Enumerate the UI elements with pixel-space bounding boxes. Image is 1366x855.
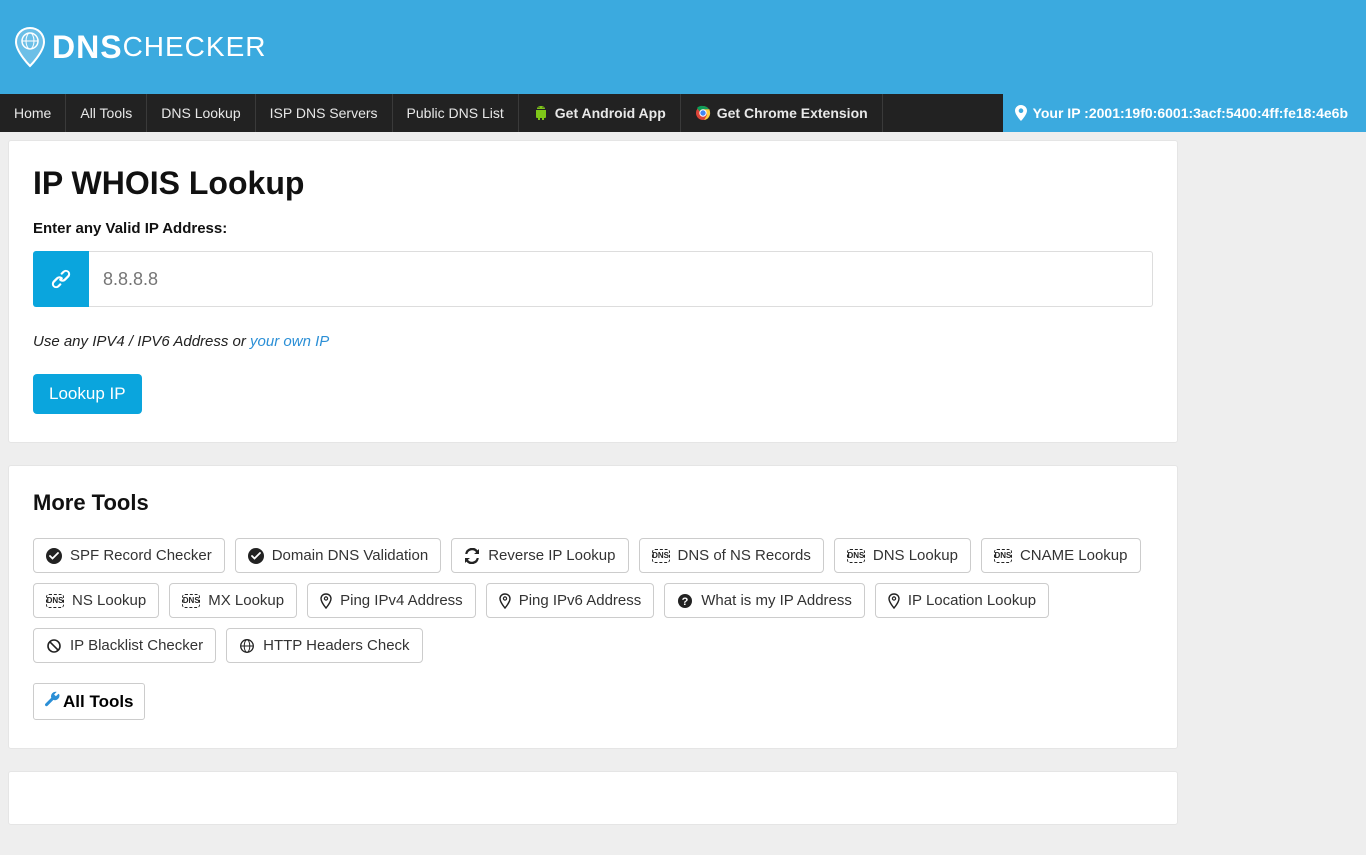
lookup-card: IP WHOIS Lookup Enter any Valid IP Addre…	[8, 140, 1178, 443]
dns-icon: DNS	[46, 594, 64, 608]
your-ip-label: Your IP :	[1033, 105, 1089, 121]
your-own-ip-link[interactable]: your own IP	[250, 333, 329, 350]
chrome-icon	[695, 105, 711, 121]
tool-label: DNS of NS Records	[678, 547, 811, 564]
main-content: IP WHOIS Lookup Enter any Valid IP Addre…	[0, 132, 1186, 855]
pin-icon	[499, 593, 511, 609]
nav-label: Public DNS List	[407, 105, 504, 121]
globe-icon	[239, 638, 255, 654]
nav-dns-lookup[interactable]: DNS Lookup	[147, 94, 255, 132]
check-icon	[46, 548, 62, 564]
tool-label: NS Lookup	[72, 592, 146, 609]
ip-input[interactable]	[89, 251, 1153, 307]
dns-icon: DNS	[652, 549, 670, 563]
nav-label: DNS Lookup	[161, 105, 240, 121]
nav-android-app[interactable]: Get Android App	[519, 94, 681, 132]
dns-icon: DNS	[994, 549, 1012, 563]
tool-label: Ping IPv6 Address	[519, 592, 642, 609]
tool-pill[interactable]: Ping IPv4 Address	[307, 583, 476, 618]
nav-all-tools[interactable]: All Tools	[66, 94, 147, 132]
location-pin-icon	[1015, 105, 1027, 121]
nav-your-ip[interactable]: Your IP : 2001:19f0:6001:3acf:5400:4ff:f…	[1003, 94, 1366, 132]
all-tools-label: All Tools	[63, 692, 134, 712]
tool-pill[interactable]: Domain DNS Validation	[235, 538, 441, 573]
tool-label: DNS Lookup	[873, 547, 958, 564]
brand-text-checker: CHECKER	[123, 31, 267, 63]
page-title: IP WHOIS Lookup	[33, 165, 1153, 202]
tool-label: Ping IPv4 Address	[340, 592, 463, 609]
dns-icon: DNS	[847, 549, 865, 563]
tool-pill[interactable]: IP Blacklist Checker	[33, 628, 216, 663]
tool-label: What is my IP Address	[701, 592, 852, 609]
pin-icon	[320, 593, 332, 609]
refresh-icon	[464, 548, 480, 564]
check-icon	[248, 548, 264, 564]
hint-text: Use any IPV4 / IPV6 Address or your own …	[33, 333, 1153, 350]
tool-pill[interactable]: DNS CNAME Lookup	[981, 538, 1141, 573]
tool-label: IP Blacklist Checker	[70, 637, 203, 654]
nav-label: Get Chrome Extension	[717, 105, 868, 121]
empty-card	[8, 771, 1178, 825]
tool-label: Reverse IP Lookup	[488, 547, 615, 564]
nav-spacer	[883, 94, 1003, 132]
ip-field-label: Enter any Valid IP Address:	[33, 220, 1153, 237]
main-nav: Home All Tools DNS Lookup ISP DNS Server…	[0, 94, 1366, 132]
tool-label: HTTP Headers Check	[263, 637, 409, 654]
nav-isp-dns[interactable]: ISP DNS Servers	[256, 94, 393, 132]
tool-label: Domain DNS Validation	[272, 547, 428, 564]
wrench-icon	[44, 691, 60, 712]
tool-pill[interactable]: Ping IPv6 Address	[486, 583, 655, 618]
android-icon	[533, 105, 549, 121]
tool-label: SPF Record Checker	[70, 547, 212, 564]
lookup-ip-button[interactable]: Lookup IP	[33, 374, 142, 414]
svg-text:?: ?	[682, 596, 689, 608]
tool-pill[interactable]: Reverse IP Lookup	[451, 538, 628, 573]
tool-label: MX Lookup	[208, 592, 284, 609]
hint-prefix: Use any IPV4 / IPV6 Address or	[33, 333, 250, 350]
tool-pill[interactable]: HTTP Headers Check	[226, 628, 422, 663]
tool-pill[interactable]: SPF Record Checker	[33, 538, 225, 573]
link-icon	[33, 251, 89, 307]
tool-pill[interactable]: IP Location Lookup	[875, 583, 1049, 618]
tool-pill[interactable]: DNS DNS of NS Records	[639, 538, 824, 573]
tools-grid: SPF Record Checker Domain DNS Validation R…	[33, 538, 1153, 663]
more-tools-title: More Tools	[33, 490, 1153, 516]
nav-public-dns[interactable]: Public DNS List	[393, 94, 519, 132]
dns-icon: DNS	[182, 594, 200, 608]
tool-label: CNAME Lookup	[1020, 547, 1128, 564]
tool-pill[interactable]: DNS DNS Lookup	[834, 538, 971, 573]
brand-text-dns: DNS	[52, 29, 123, 66]
question-icon: ?	[677, 593, 693, 609]
nav-label: All Tools	[80, 105, 132, 121]
more-tools-card: More Tools SPF Record Checker Domain DNS …	[8, 465, 1178, 749]
tool-pill[interactable]: DNS MX Lookup	[169, 583, 297, 618]
nav-label: Get Android App	[555, 105, 666, 121]
nav-home[interactable]: Home	[0, 94, 66, 132]
globe-pin-icon	[12, 26, 48, 68]
nav-label: ISP DNS Servers	[270, 105, 378, 121]
nav-chrome-ext[interactable]: Get Chrome Extension	[681, 94, 883, 132]
brand-logo[interactable]: DNS CHECKER	[12, 26, 266, 68]
tool-pill[interactable]: DNS NS Lookup	[33, 583, 159, 618]
ip-input-row	[33, 251, 1153, 307]
your-ip-value: 2001:19f0:6001:3acf:5400:4ff:fe18:4e6b	[1089, 105, 1348, 121]
nav-label: Home	[14, 105, 51, 121]
block-icon	[46, 638, 62, 654]
pin-icon	[888, 593, 900, 609]
tool-pill[interactable]: ? What is my IP Address	[664, 583, 865, 618]
tool-label: IP Location Lookup	[908, 592, 1036, 609]
all-tools-button[interactable]: All Tools	[33, 683, 145, 720]
header-banner: DNS CHECKER	[0, 0, 1366, 94]
